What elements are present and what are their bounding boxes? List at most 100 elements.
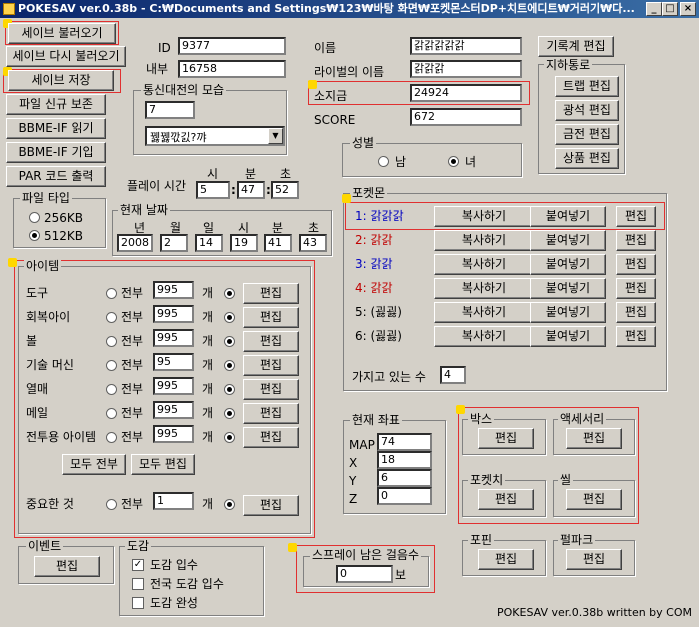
minimize-button[interactable]: _: [646, 2, 662, 16]
fossil-edit-button[interactable]: 금전 편집: [555, 124, 619, 145]
national-dex-checkbox[interactable]: [132, 578, 144, 590]
spray-field[interactable]: 0: [336, 565, 393, 583]
pokemon-edit-button[interactable]: 편집: [616, 254, 656, 275]
record-edit-button[interactable]: 기록계 편집: [538, 36, 614, 57]
important-edit-radio[interactable]: [224, 499, 235, 510]
stone-edit-button[interactable]: 광석 편집: [555, 100, 619, 121]
pokemon-paste-button[interactable]: 붙여넣기: [530, 302, 606, 323]
bbme-write-button[interactable]: BBME-IF 기입: [6, 142, 106, 163]
play-minute-field[interactable]: 47: [237, 181, 265, 199]
date-hour-field[interactable]: 19: [230, 234, 258, 252]
date-minute-field[interactable]: 41: [264, 234, 292, 252]
item-edit-button[interactable]: 편집: [243, 331, 299, 352]
seal-edit-button[interactable]: 편집: [566, 489, 622, 510]
item-edit-radio[interactable]: [224, 336, 235, 347]
map-field[interactable]: 74: [377, 433, 432, 451]
bbme-read-button[interactable]: BBME-IF 읽기: [6, 118, 106, 139]
item-quantity-field[interactable]: 95: [153, 353, 194, 371]
pokemon-paste-button[interactable]: 붙여넣기: [530, 278, 606, 299]
pokemon-edit-button[interactable]: 편집: [616, 302, 656, 323]
new-copy-button[interactable]: 파일 신규 보존: [6, 94, 106, 115]
comm-value-field[interactable]: 7: [145, 101, 195, 119]
pokemon-copy-button[interactable]: 복사하기: [434, 254, 534, 275]
important-field[interactable]: 1: [153, 492, 194, 510]
item-edit-radio[interactable]: [224, 432, 235, 443]
item-edit-radio[interactable]: [224, 360, 235, 371]
pokemon-copy-button[interactable]: 복사하기: [434, 302, 534, 323]
item-quantity-field[interactable]: 995: [153, 281, 194, 299]
load-save-button[interactable]: 세이브 불러오기: [8, 23, 116, 44]
pokemon-edit-button[interactable]: 편집: [616, 278, 656, 299]
pokemon-copy-button[interactable]: 복사하기: [434, 206, 534, 227]
item-all-radio[interactable]: [106, 432, 117, 443]
item-all-radio[interactable]: [106, 288, 117, 299]
item-all-radio[interactable]: [106, 312, 117, 323]
item-all-radio[interactable]: [106, 408, 117, 419]
item-all-radio[interactable]: [106, 360, 117, 371]
save-button[interactable]: 세이브 저장: [8, 70, 114, 91]
z-field[interactable]: 0: [377, 487, 432, 505]
pokemon-edit-button[interactable]: 편집: [616, 206, 656, 227]
y-field[interactable]: 6: [377, 469, 432, 487]
all-all-button[interactable]: 모두 전부: [62, 454, 126, 475]
goods-edit-button[interactable]: 상품 편집: [555, 148, 619, 169]
event-edit-button[interactable]: 편집: [34, 556, 100, 577]
item-quantity-field[interactable]: 995: [153, 377, 194, 395]
pokemon-edit-button[interactable]: 편집: [616, 326, 656, 347]
item-edit-button[interactable]: 편집: [243, 403, 299, 424]
dex-complete-checkbox[interactable]: [132, 597, 144, 609]
important-all-radio[interactable]: [106, 499, 117, 510]
pokemon-edit-button[interactable]: 편집: [616, 230, 656, 251]
month-field[interactable]: 2: [160, 234, 188, 252]
year-field[interactable]: 2008: [117, 234, 153, 252]
pokemon-paste-button[interactable]: 붙여넣기: [530, 254, 606, 275]
radio-256kb[interactable]: [29, 212, 40, 223]
item-edit-button[interactable]: 편집: [243, 427, 299, 448]
item-edit-radio[interactable]: [224, 288, 235, 299]
radio-512kb[interactable]: [29, 230, 40, 241]
pokemon-copy-button[interactable]: 복사하기: [434, 230, 534, 251]
comm-select[interactable]: 꿿꿿깏긼?꺄 ▼: [145, 126, 285, 146]
item-edit-radio[interactable]: [224, 384, 235, 395]
item-edit-radio[interactable]: [224, 408, 235, 419]
trap-edit-button[interactable]: 트랩 편집: [555, 76, 619, 97]
name-field[interactable]: 갉갉갉갉갉: [410, 37, 522, 55]
score-field[interactable]: 672: [410, 108, 522, 126]
item-quantity-field[interactable]: 995: [153, 401, 194, 419]
dex-entered-checkbox[interactable]: ✓: [132, 559, 144, 571]
x-field[interactable]: 18: [377, 451, 432, 469]
item-edit-button[interactable]: 편집: [243, 355, 299, 376]
close-button[interactable]: ×: [680, 2, 696, 16]
chevron-down-icon[interactable]: ▼: [268, 128, 283, 144]
item-edit-button[interactable]: 편집: [243, 283, 299, 304]
item-quantity-field[interactable]: 995: [153, 425, 194, 443]
female-radio[interactable]: [448, 156, 459, 167]
item-quantity-field[interactable]: 995: [153, 305, 194, 323]
rival-field[interactable]: 갉갉갉: [410, 60, 522, 78]
par-code-button[interactable]: PAR 코드 출력: [6, 166, 106, 187]
pokemon-paste-button[interactable]: 붙여넣기: [530, 230, 606, 251]
money-field[interactable]: 24924: [410, 84, 522, 102]
item-edit-button[interactable]: 편집: [243, 307, 299, 328]
accessory-edit-button[interactable]: 편집: [566, 428, 622, 449]
item-quantity-field[interactable]: 995: [153, 329, 194, 347]
date-second-field[interactable]: 43: [299, 234, 327, 252]
item-all-radio[interactable]: [106, 336, 117, 347]
all-edit-button[interactable]: 모두 편집: [131, 454, 195, 475]
id-field[interactable]: 9377: [178, 37, 286, 55]
maximize-button[interactable]: □: [662, 2, 678, 16]
pokemon-paste-button[interactable]: 붙여넣기: [530, 206, 606, 227]
inner-id-field[interactable]: 16758: [178, 60, 286, 78]
pokemon-copy-button[interactable]: 복사하기: [434, 278, 534, 299]
pokemon-paste-button[interactable]: 붙여넣기: [530, 326, 606, 347]
box-edit-button[interactable]: 편집: [478, 428, 534, 449]
poketch-edit-button[interactable]: 편집: [478, 489, 534, 510]
play-second-field[interactable]: 52: [271, 181, 299, 199]
reload-save-button[interactable]: 세이브 다시 불러오기: [6, 46, 126, 67]
item-edit-button[interactable]: 편집: [243, 379, 299, 400]
item-edit-radio[interactable]: [224, 312, 235, 323]
pofin-edit-button[interactable]: 편집: [478, 549, 534, 570]
pokemon-copy-button[interactable]: 복사하기: [434, 326, 534, 347]
important-edit-button[interactable]: 편집: [243, 495, 299, 516]
male-radio[interactable]: [378, 156, 389, 167]
